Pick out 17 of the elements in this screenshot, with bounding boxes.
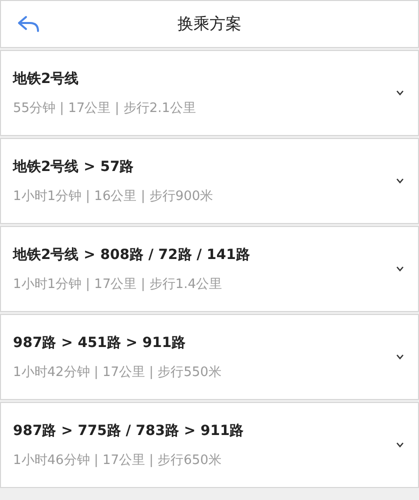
route-title: 地铁2号线 <box>13 70 80 88</box>
route-summary: 1小时46分钟 | 17公里 | 步行650米 <box>13 452 222 468</box>
route-title: 地铁2号线 > 808路 / 72路 / 141路 <box>13 246 251 264</box>
route-summary: 55分钟 | 17公里 | 步行2.1公里 <box>13 100 198 116</box>
page-title: 换乘方案 <box>178 14 242 34</box>
chevron-down-icon[interactable] <box>396 178 404 184</box>
route-summary: 1小时1分钟 | 17公里 | 步行1.4公里 <box>13 276 224 292</box>
route-title: 987路 > 451路 > 911路 <box>13 334 187 352</box>
chevron-down-icon[interactable] <box>396 354 404 360</box>
chevron-down-icon[interactable] <box>396 442 404 448</box>
chevron-down-icon[interactable] <box>396 266 404 272</box>
chevron-down-icon[interactable] <box>396 90 404 96</box>
route-title: 地铁2号线 > 57路 <box>13 158 135 176</box>
route-summary: 1小时42分钟 | 17公里 | 步行550米 <box>13 364 222 380</box>
back-icon[interactable] <box>17 14 41 34</box>
route-summary: 1小时1分钟 | 16公里 | 步行900米 <box>13 188 214 204</box>
route-title: 987路 > 775路 / 783路 > 911路 <box>13 422 245 440</box>
